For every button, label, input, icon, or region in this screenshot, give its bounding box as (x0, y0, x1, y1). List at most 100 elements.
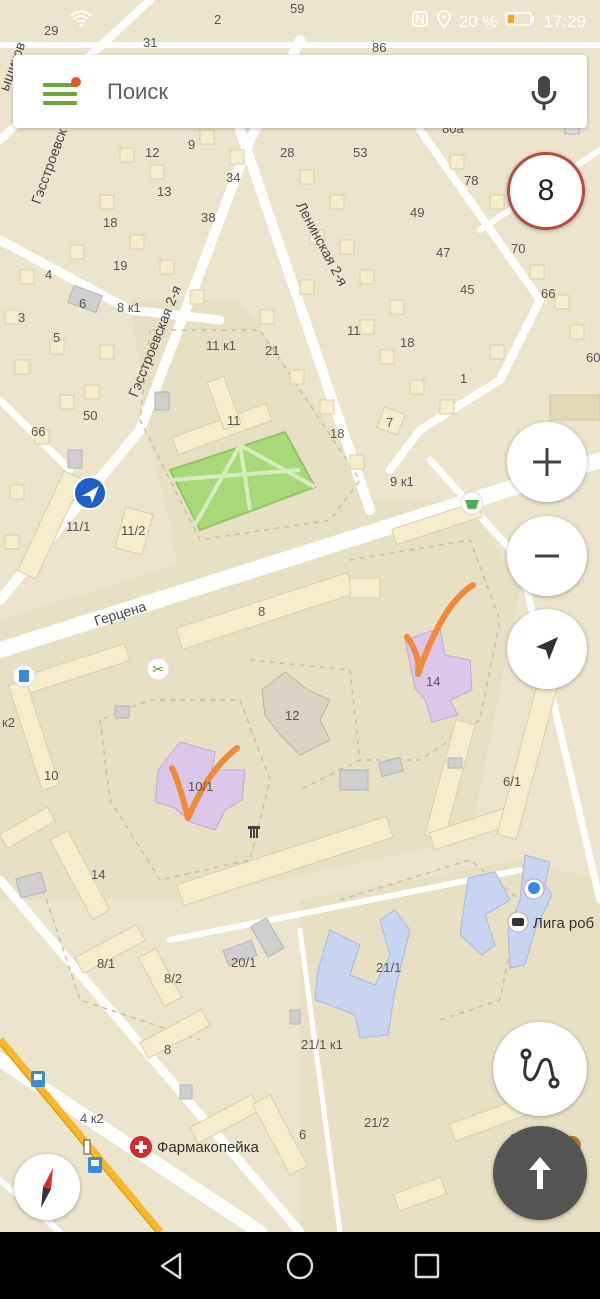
pharmacy-icon[interactable] (130, 1136, 152, 1158)
house-number: 6 (79, 296, 86, 311)
house-number: 78 (464, 173, 478, 188)
status-bar: 20 % 17:29 (0, 0, 600, 44)
route-icon (520, 1048, 560, 1089)
house-number: 9 (188, 137, 195, 152)
house-number: к2 (2, 715, 15, 730)
house-number: 5 (53, 330, 60, 345)
house-number: 7 (386, 415, 393, 430)
liga-poi-icon[interactable] (507, 911, 529, 933)
house-number: 45 (460, 282, 474, 297)
bus-stop-icon[interactable] (31, 1071, 45, 1087)
house-number: 13 (157, 184, 171, 199)
svg-text:✂: ✂ (152, 662, 164, 678)
nfc-icon (411, 10, 429, 33)
location-arrow-icon (536, 637, 558, 660)
house-number: 38 (201, 210, 215, 225)
scissors-icon[interactable]: ✂ (146, 657, 170, 681)
wifi-icon (70, 10, 92, 33)
house-number: 11/2 (121, 523, 145, 538)
compass-icon (41, 1168, 53, 1208)
search-bar[interactable] (13, 55, 587, 128)
house-number: 14 (91, 867, 105, 882)
notification-dot (71, 77, 81, 87)
house-number: 8/1 (97, 956, 115, 971)
globe-icon[interactable] (523, 878, 545, 900)
compass-button[interactable] (14, 1154, 80, 1220)
back-button[interactable] (156, 1250, 188, 1282)
house-number: 66 (541, 286, 555, 301)
house-number: 12 (145, 145, 159, 160)
my-location-button[interactable] (507, 609, 587, 689)
house-number: 10 (44, 768, 58, 783)
house-number: 60 (586, 350, 600, 365)
house-number: 9 к1 (390, 474, 414, 489)
location-pin-icon (436, 10, 451, 33)
traffic-level-value: 8 (537, 174, 555, 207)
route-button[interactable] (493, 1022, 587, 1116)
house-number: 10/1 (188, 779, 213, 794)
bus-stop-icon[interactable] (88, 1157, 102, 1173)
search-input[interactable] (107, 75, 487, 109)
book-icon[interactable] (12, 664, 36, 688)
house-number: 8 (258, 604, 265, 619)
house-number: 6/1 (503, 774, 521, 789)
house-number: 11/1 (66, 519, 90, 534)
status-bar-right: 20 % 17:29 (411, 10, 586, 33)
poi-label-liga[interactable]: Лига роб (533, 915, 594, 932)
traffic-light-icon (83, 1139, 91, 1155)
recents-square-icon (414, 1253, 440, 1279)
house-number: 18 (330, 426, 344, 441)
zoom-in-button[interactable] (507, 422, 587, 502)
poi-label-pharmacy[interactable]: Фармакопейка (157, 1139, 260, 1156)
house-number: 49 (410, 205, 424, 220)
house-number: 18 (400, 335, 414, 350)
house-number: 53 (353, 145, 367, 160)
voice-search-button[interactable] (527, 73, 561, 113)
house-number: 11 к1 (206, 338, 236, 353)
arrow-up-icon (529, 1157, 551, 1189)
home-circle-icon (286, 1252, 314, 1280)
back-triangle-icon (160, 1252, 182, 1280)
house-number: 6 (299, 1127, 306, 1142)
house-number: 8 (164, 1042, 171, 1057)
battery-icon (505, 11, 535, 32)
house-number: 11 (347, 323, 361, 338)
house-number: 20/1 (231, 955, 256, 970)
house-number: 21/1 к1 (301, 1037, 343, 1052)
house-number: 21/2 (364, 1115, 389, 1130)
house-number: 21 (265, 343, 279, 358)
house-number: 3 (18, 310, 25, 325)
battery-percent: 20 % (458, 11, 498, 31)
house-number: 66 (31, 424, 45, 439)
house-number: 12 (285, 708, 299, 723)
house-number: 8/2 (164, 971, 182, 986)
house-number: 4 (45, 267, 52, 282)
menu-button[interactable] (35, 73, 81, 113)
minus-icon (535, 554, 559, 558)
house-number: 70 (511, 241, 525, 256)
clock: 17:29 (543, 11, 586, 31)
shop-icon[interactable] (460, 491, 484, 515)
status-bar-left (70, 10, 92, 33)
navigation-button[interactable] (493, 1126, 587, 1220)
house-number: 14 (426, 674, 440, 689)
plus-icon (533, 448, 561, 476)
home-button[interactable] (284, 1250, 316, 1282)
house-number: 28 (280, 145, 294, 160)
zoom-out-button[interactable] (507, 516, 587, 596)
recents-button[interactable] (411, 1250, 443, 1282)
house-number: 4 к2 (80, 1111, 104, 1126)
house-number: 18 (103, 215, 117, 230)
house-number: 34 (226, 170, 240, 185)
microphone-icon (531, 76, 557, 110)
traffic-level-button[interactable]: 8 (507, 152, 585, 230)
house-number: 11 (227, 413, 241, 428)
house-number: 8 к1 (117, 300, 141, 315)
user-location-icon (73, 476, 107, 510)
house-number: 21/1 (376, 960, 401, 975)
house-number: 50 (83, 408, 97, 423)
house-number: 47 (436, 245, 450, 260)
house-number: 19 (113, 258, 127, 273)
android-nav-bar (0, 1232, 600, 1299)
house-number: 1 (460, 371, 467, 386)
